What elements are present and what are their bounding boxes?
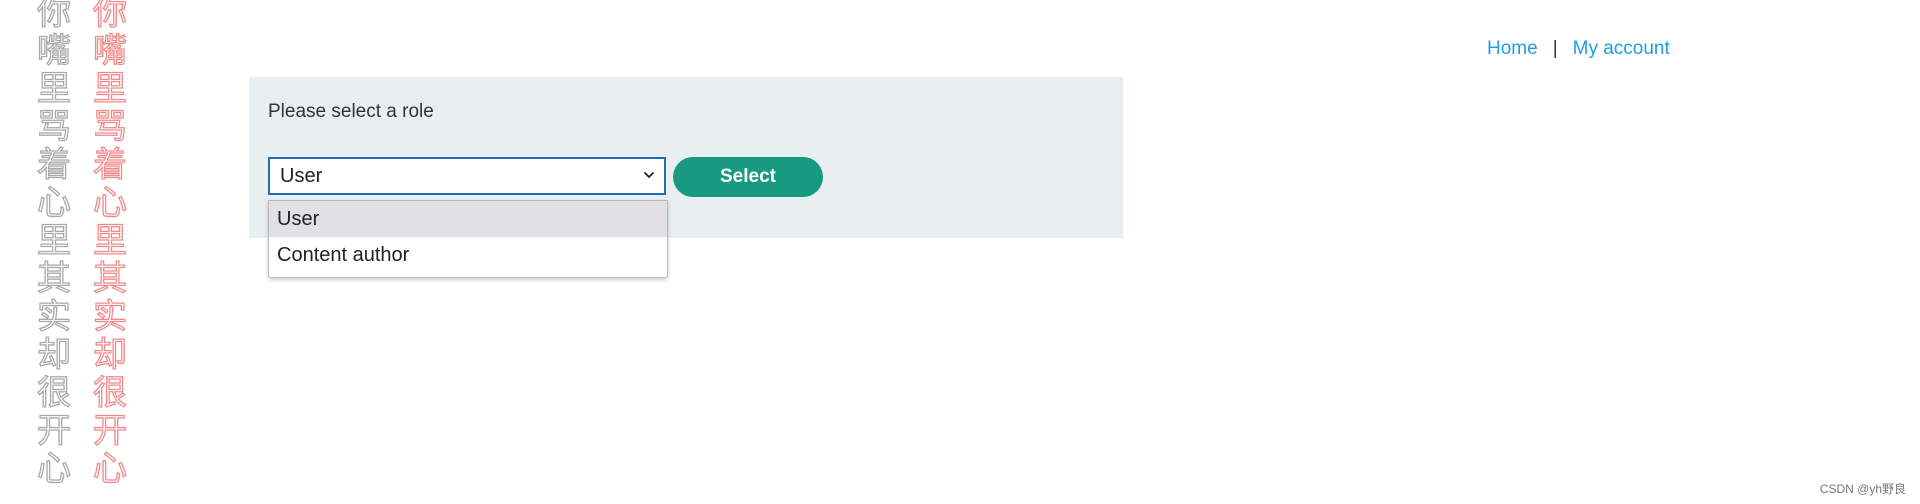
select-button[interactable]: Select [673, 157, 823, 197]
watermark-char: 着 [36, 145, 71, 185]
watermark-char: 实 [92, 297, 127, 337]
watermark-char: 很 [92, 373, 127, 413]
watermark-char: 其 [92, 259, 127, 299]
role-form-title: Please select a role [268, 101, 434, 122]
home-link[interactable]: Home [1487, 38, 1538, 60]
role-option-user[interactable]: User [269, 201, 667, 237]
watermark-char: 心 [92, 183, 127, 223]
watermark-column-gray: 你 嘴 里 骂 着 心 里 其 实 却 很 开 心 [32, 0, 76, 489]
watermark-char: 你 [36, 0, 71, 33]
watermark-char: 心 [36, 449, 71, 489]
watermark-char: 嘴 [92, 31, 127, 71]
chevron-down-icon [644, 172, 654, 178]
watermark-char: 其 [36, 259, 71, 299]
watermark-char: 骂 [92, 107, 127, 147]
watermark-char: 实 [36, 297, 71, 337]
watermark-char: 里 [92, 221, 127, 261]
watermark-char: 很 [36, 373, 71, 413]
role-dropdown-list: User Content author [268, 200, 668, 278]
top-nav: Home | My account [1487, 38, 1670, 60]
watermark-char: 心 [92, 449, 127, 489]
watermark-char: 里 [92, 69, 127, 109]
role-select[interactable]: User [268, 157, 666, 195]
watermark-char: 着 [92, 145, 127, 185]
page: 你 嘴 里 骂 着 心 里 其 实 却 很 开 心 你 嘴 里 骂 着 心 里 … [0, 0, 1920, 504]
watermark-char: 心 [36, 183, 71, 223]
watermark-char: 里 [36, 221, 71, 261]
watermark-char: 却 [36, 335, 71, 375]
watermark-column-red: 你 嘴 里 骂 着 心 里 其 实 却 很 开 心 [88, 0, 132, 489]
role-select-value: User [280, 164, 323, 187]
role-option-content-author[interactable]: Content author [269, 237, 667, 273]
watermark-char: 骂 [36, 107, 71, 147]
nav-separator: | [1552, 38, 1558, 59]
watermark-char: 开 [36, 411, 71, 451]
watermark-char: 开 [92, 411, 127, 451]
my-account-link[interactable]: My account [1573, 38, 1670, 60]
watermark-char: 却 [92, 335, 127, 375]
watermark-char: 你 [92, 0, 127, 33]
watermark-char: 里 [36, 69, 71, 109]
watermark-char: 嘴 [36, 31, 71, 71]
credit-watermark: CSDN @yh野良 [1819, 482, 1906, 496]
